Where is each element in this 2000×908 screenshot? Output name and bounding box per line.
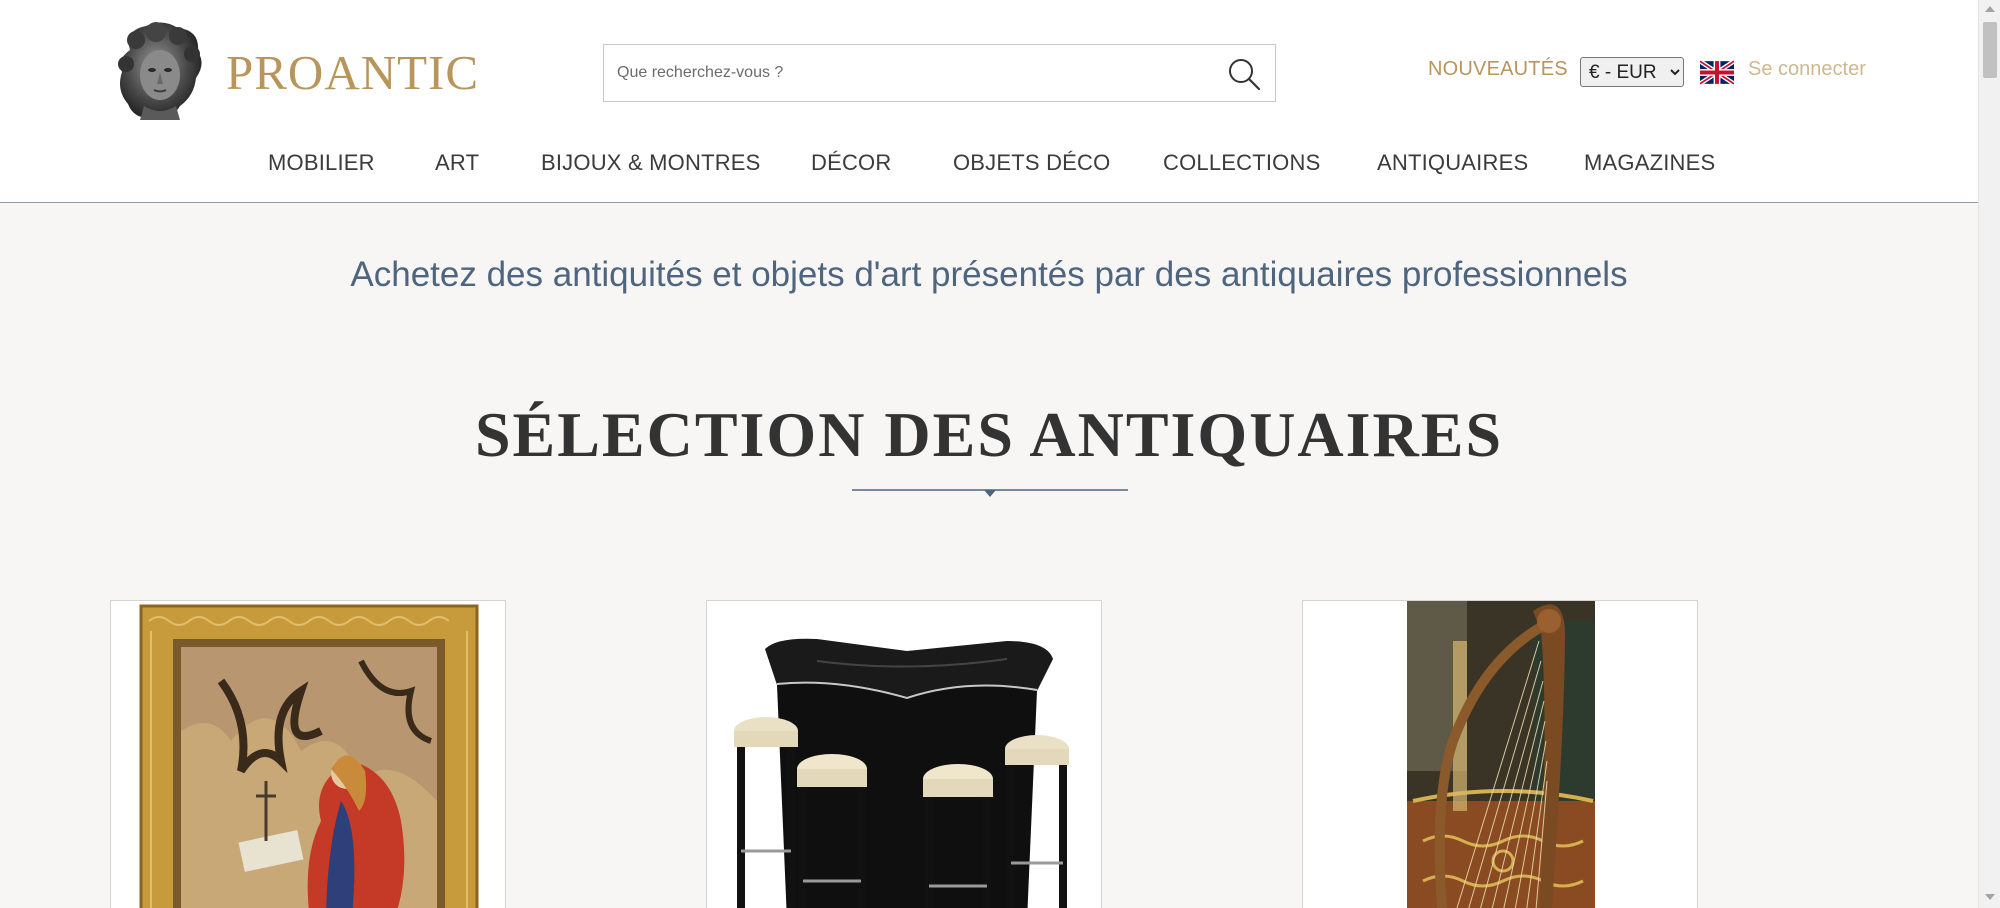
- site-logo[interactable]: PROANTIC: [110, 20, 479, 124]
- nav-item-collections[interactable]: COLLECTIONS: [1163, 150, 1320, 176]
- search-icon: [1229, 59, 1261, 91]
- site-tagline: Achetez des antiquités et objets d'art p…: [350, 255, 1628, 294]
- product-card-harp[interactable]: [1302, 600, 1698, 908]
- nav-item-mobilier[interactable]: MOBILIER: [268, 150, 375, 176]
- uk-flag-icon[interactable]: [1700, 60, 1734, 85]
- logo-text: PROANTIC: [226, 44, 480, 100]
- logo-bust-icon: [118, 22, 202, 120]
- product-card-painting[interactable]: [110, 600, 506, 908]
- scrollbar-thumb[interactable]: [1983, 22, 1997, 78]
- nav-item-objets-deco[interactable]: OBJETS DÉCO: [953, 150, 1110, 176]
- nav-item-magazines[interactable]: MAGAZINES: [1584, 150, 1715, 176]
- product-image-bar: [707, 601, 1101, 908]
- page-scrollbar[interactable]: [1978, 0, 2000, 908]
- nav-item-antiquaires[interactable]: ANTIQUAIRES: [1377, 150, 1528, 176]
- search-input[interactable]: [604, 45, 1204, 101]
- product-image-harp: [1303, 601, 1697, 908]
- search-box: [603, 44, 1276, 102]
- login-link[interactable]: Se connecter: [1748, 58, 1866, 81]
- scroll-down-arrow-icon[interactable]: [1984, 892, 1996, 902]
- nav-item-art[interactable]: ART: [435, 150, 479, 176]
- nav-item-bijoux-montres[interactable]: BIJOUX & MONTRES: [541, 150, 761, 176]
- product-image-painting: [139, 604, 479, 908]
- product-card-bar[interactable]: [706, 600, 1102, 908]
- scroll-up-arrow-icon[interactable]: [1984, 4, 1996, 14]
- section-title: SÉLECTION DES ANTIQUAIRES: [474, 399, 1504, 470]
- site-header: PROANTIC NOUVEAUTÉS € - EUR Se connecter…: [0, 0, 1978, 203]
- main-nav: MOBILIER ART BIJOUX & MONTRES DÉCOR OBJE…: [0, 144, 1978, 184]
- currency-select[interactable]: € - EUR: [1580, 57, 1684, 87]
- title-divider: [852, 489, 1128, 497]
- nouveautes-link[interactable]: NOUVEAUTÉS: [1428, 58, 1568, 81]
- nav-item-decor[interactable]: DÉCOR: [811, 150, 891, 176]
- search-button[interactable]: [1225, 55, 1263, 93]
